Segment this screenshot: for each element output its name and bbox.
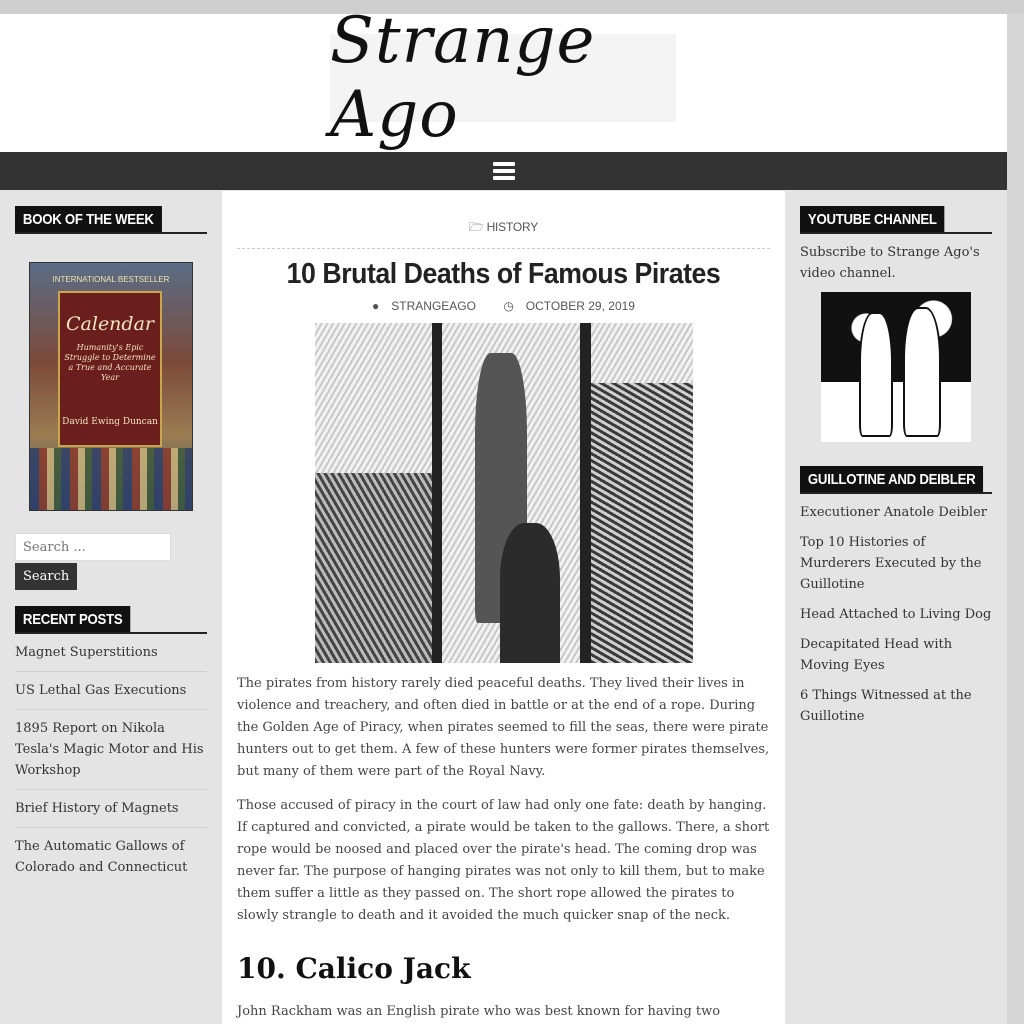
article-paragraph: Those accused of piracy in the court of … xyxy=(237,798,770,923)
page-wrapper: Strange Ago 🗁 HISTORY 10 Brutal Deaths of… xyxy=(0,4,1007,1024)
post-date[interactable]: OCTOBER 29, 2019 xyxy=(526,299,635,313)
widget-title-recent-posts: Recent Posts xyxy=(15,606,207,634)
hamburger-icon[interactable] xyxy=(492,162,515,180)
article-paragraph: John Rackham was an English pirate who w… xyxy=(237,1004,721,1019)
recent-post-link[interactable]: Brief History of Magnets xyxy=(15,798,207,828)
guillotine-links-list: Executioner Anatole Deibler Top 10 Histo… xyxy=(800,502,992,727)
recent-post-link[interactable]: The Automatic Gallows of Colorado and Co… xyxy=(15,836,207,886)
search-input[interactable] xyxy=(15,533,171,561)
author-meta[interactable]: ● STRANGEAGO xyxy=(366,299,482,313)
guillotine-widget: Guillotine and Deibler Executioner Anato… xyxy=(800,466,992,727)
youtube-channel-image[interactable] xyxy=(821,292,971,442)
recent-post-link[interactable]: US Lethal Gas Executions xyxy=(15,680,207,710)
recent-post-link[interactable]: Magnet Superstitions xyxy=(15,642,207,672)
article-category[interactable]: 🗁 HISTORY xyxy=(222,218,785,239)
category-label[interactable]: HISTORY xyxy=(487,220,539,234)
article-paragraph: The pirates from history rarely died pea… xyxy=(237,676,770,779)
recent-posts-list: Magnet Superstitions US Lethal Gas Execu… xyxy=(15,642,207,886)
clock-icon: ◷ xyxy=(503,299,514,313)
guillotine-link[interactable]: Top 10 Histories of Murderers Executed b… xyxy=(800,532,992,595)
widget-title-youtube: YouTube Channel xyxy=(800,206,992,234)
book-panel: Calendar Humanity's Epic Struggle to Det… xyxy=(58,291,162,447)
divider xyxy=(237,248,770,249)
guillotine-link[interactable]: Head Attached to Living Dog xyxy=(800,604,992,625)
widget-title-guillotine: Guillotine and Deibler xyxy=(800,466,992,494)
youtube-description: Subscribe to Strange Ago's video channel… xyxy=(800,245,980,281)
site-logo[interactable]: Strange Ago xyxy=(330,4,676,152)
left-sidebar: Book of the Week INTERNATIONAL BESTSELLE… xyxy=(15,206,207,894)
user-icon: ● xyxy=(372,299,380,313)
book-author: David Ewing Duncan xyxy=(62,417,158,427)
date-meta[interactable]: ◷ OCTOBER 29, 2019 xyxy=(497,299,641,313)
book-title: Calendar xyxy=(66,313,154,335)
guillotine-link[interactable]: Decapitated Head with Moving Eyes xyxy=(800,634,992,676)
guillotine-link[interactable]: Executioner Anatole Deibler xyxy=(800,502,992,523)
hanging-engraving-image xyxy=(314,323,693,663)
book-badge: INTERNATIONAL BESTSELLER xyxy=(52,275,170,284)
book-illustration xyxy=(30,448,192,510)
article-content: 🗁 HISTORY 10 Brutal Deaths of Famous Pira… xyxy=(222,191,785,1024)
main-navigation xyxy=(0,152,1007,190)
guillotine-link[interactable]: 6 Things Witnessed at the Guillotine xyxy=(800,685,992,727)
search-form: Search xyxy=(15,533,207,590)
article-title: 10 Brutal Deaths of Famous Pirates xyxy=(286,258,721,290)
recent-posts-widget: Recent Posts Magnet Superstitions US Let… xyxy=(15,606,207,886)
site-header: Strange Ago xyxy=(0,4,1007,152)
folder-icon: 🗁 xyxy=(468,220,484,234)
widget-title-book: Book of the Week xyxy=(15,206,207,234)
article-meta: ● STRANGEAGO ◷ OCTOBER 29, 2019 xyxy=(222,299,785,313)
search-button[interactable]: Search xyxy=(15,563,78,590)
recent-post-link[interactable]: 1895 Report on Nikola Tesla's Magic Moto… xyxy=(15,718,207,790)
book-cover-image[interactable]: INTERNATIONAL BESTSELLER Calendar Humani… xyxy=(29,262,193,511)
author-name[interactable]: STRANGEAGO xyxy=(391,299,476,313)
book-subtitle: Humanity's Epic Struggle to Determine a … xyxy=(64,343,156,382)
section-heading: 10. Calico Jack xyxy=(237,952,471,985)
right-sidebar: YouTube Channel Subscribe to Strange Ago… xyxy=(800,206,992,736)
